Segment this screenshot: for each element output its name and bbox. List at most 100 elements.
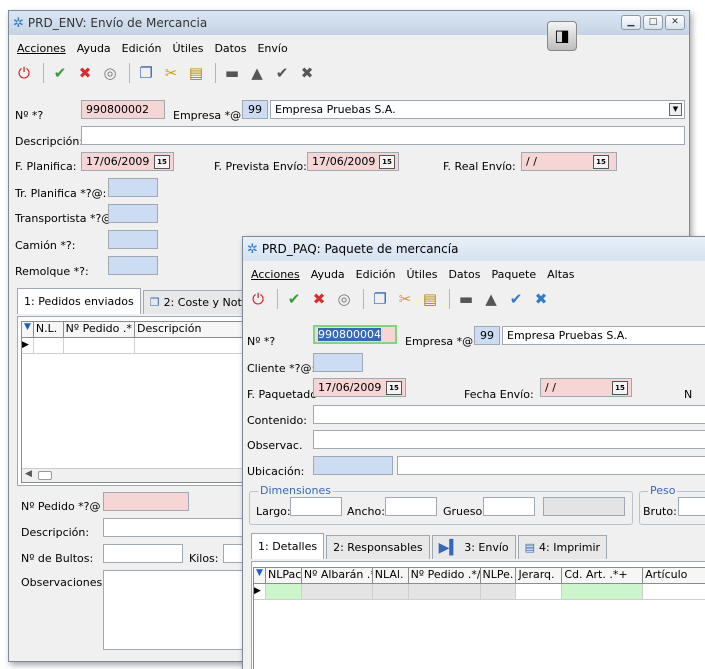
tab-detalles[interactable]: 1: Detalles xyxy=(251,533,325,559)
accept-icon[interactable]: ✔ xyxy=(49,62,71,84)
grueso-field[interactable] xyxy=(483,497,535,516)
check-icon[interactable]: ✔ xyxy=(271,62,293,84)
grid-cell[interactable] xyxy=(34,338,64,353)
grid-cell[interactable] xyxy=(408,584,481,599)
chevron-down-icon[interactable]: ▼ xyxy=(669,103,682,116)
grid-cell[interactable] xyxy=(64,338,136,353)
grid-cell[interactable] xyxy=(562,584,644,599)
tab-imprimir[interactable]: ▤ 4: Imprimir xyxy=(517,535,608,559)
scroll-thumb[interactable] xyxy=(38,471,52,480)
menu-envio[interactable]: Envío xyxy=(257,42,287,55)
bruto-field[interactable] xyxy=(678,497,705,516)
menu-datos[interactable]: Datos xyxy=(214,42,246,55)
col-cd-art[interactable]: Cd. Art. .*+ xyxy=(562,568,644,583)
num-field[interactable]: 990800004 xyxy=(313,325,397,344)
empresa-code-field[interactable]: 99 xyxy=(474,326,500,345)
calendar-icon[interactable]: 15 xyxy=(379,155,395,169)
menu-acciones[interactable]: Acciones xyxy=(17,42,66,55)
menu-altas[interactable]: Altas xyxy=(547,268,574,281)
col-nlpac[interactable]: NLPac xyxy=(266,568,302,583)
num-field[interactable]: 990800002 xyxy=(81,100,165,119)
calendar-icon[interactable]: 15 xyxy=(386,381,402,395)
grid-cell[interactable] xyxy=(135,338,248,353)
tab-coste-nota[interactable]: ❐ 2: Coste y Nota xyxy=(142,290,256,314)
cut-icon[interactable]: ✂ xyxy=(160,62,182,84)
camion-field[interactable] xyxy=(108,230,158,249)
ancho-field[interactable] xyxy=(385,497,437,516)
grid-cell[interactable] xyxy=(643,584,705,599)
minus-icon[interactable]: ▬ xyxy=(455,288,477,310)
paste-icon[interactable]: ▤ xyxy=(419,288,441,310)
cut-icon[interactable]: ✂ xyxy=(394,288,416,310)
calendar-icon[interactable]: 15 xyxy=(612,381,628,395)
grid-cell[interactable] xyxy=(516,584,563,599)
tab-pedidos-enviados[interactable]: 1: Pedidos enviados xyxy=(17,288,141,314)
col-albaran[interactable]: Nº Albarán .*/ xyxy=(302,568,373,583)
maximize-button[interactable]: □ xyxy=(643,15,663,30)
horizontal-scrollbar[interactable]: ◀ xyxy=(22,468,248,482)
col-pedido[interactable]: Nº Pedido .*/i xyxy=(409,568,481,583)
x-icon[interactable]: ✖ xyxy=(530,288,552,310)
envio-titlebar[interactable]: ✲ PRD_ENV: Envío de Mercancia ▁ □ ✕ xyxy=(9,11,689,35)
remolque-field[interactable] xyxy=(108,256,158,275)
lower-descripcion-field[interactable] xyxy=(103,518,253,537)
minus-icon[interactable]: ▬ xyxy=(221,62,243,84)
refresh-icon[interactable]: ◎ xyxy=(333,288,355,310)
x-icon[interactable]: ✖ xyxy=(296,62,318,84)
col-nl[interactable]: N.L. xyxy=(34,322,64,337)
menu-ayuda[interactable]: Ayuda xyxy=(311,268,345,281)
table-row[interactable]: ▶ xyxy=(22,338,248,354)
menu-edicion[interactable]: Edición xyxy=(122,42,162,55)
copy-icon[interactable]: ❐ xyxy=(369,288,391,310)
paste-icon[interactable]: ▤ xyxy=(185,62,207,84)
transportista-field[interactable] xyxy=(108,204,158,223)
sort-icon[interactable]: ▼ xyxy=(254,568,266,583)
menu-utiles[interactable]: Útiles xyxy=(172,42,203,55)
menu-datos[interactable]: Datos xyxy=(448,268,480,281)
pedido-field[interactable] xyxy=(103,492,189,511)
scroll-left-icon[interactable]: ◀ xyxy=(25,469,32,479)
grid-cell[interactable] xyxy=(301,584,373,599)
cliente-field[interactable] xyxy=(313,353,363,372)
ubicacion-name-field[interactable] xyxy=(397,456,705,475)
tab-responsables[interactable]: 2: Responsables xyxy=(326,535,430,559)
col-articulo[interactable]: Artículo xyxy=(643,568,705,583)
contenido-field[interactable] xyxy=(313,405,705,424)
close-button[interactable]: ✕ xyxy=(665,15,685,30)
descripcion-field[interactable] xyxy=(81,126,685,145)
ubicacion-code-field[interactable] xyxy=(313,456,393,475)
largo-field[interactable] xyxy=(290,497,342,516)
observac-field[interactable] xyxy=(313,430,705,449)
accept-icon[interactable]: ✔ xyxy=(283,288,305,310)
grid-cell[interactable] xyxy=(480,584,517,599)
empresa-name-field[interactable]: Empresa Pruebas S.A. xyxy=(502,326,705,345)
power-icon[interactable]: ⏻ xyxy=(247,288,269,310)
grid-cell[interactable] xyxy=(265,584,302,599)
detalles-grid[interactable]: ▼ NLPac Nº Albarán .*/ NLAl. Nº Pedido .… xyxy=(253,567,705,669)
cancel-icon[interactable]: ✖ xyxy=(74,62,96,84)
grid-cell[interactable] xyxy=(372,584,409,599)
col-nlal[interactable]: NLAl. xyxy=(373,568,409,583)
table-row[interactable]: ▶ xyxy=(254,584,705,600)
up-icon[interactable]: ▲ xyxy=(246,62,268,84)
bultos-field[interactable] xyxy=(103,544,183,563)
menu-acciones[interactable]: Acciones xyxy=(251,268,300,281)
check-icon[interactable]: ✔ xyxy=(505,288,527,310)
paquete-titlebar[interactable]: ✲ PRD_PAQ: Paquete de mercancía xyxy=(243,237,705,261)
empresa-name-select[interactable]: Empresa Pruebas S.A. xyxy=(270,100,685,119)
empresa-code-field[interactable]: 99 xyxy=(242,100,268,119)
col-pedido[interactable]: Nº Pedido .* xyxy=(64,322,136,337)
tab-envio[interactable]: ▶▍ 3: Envío xyxy=(431,535,516,559)
cancel-icon[interactable]: ✖ xyxy=(308,288,330,310)
col-jerarq[interactable]: Jerarq. xyxy=(516,568,563,583)
up-icon[interactable]: ▲ xyxy=(480,288,502,310)
minimize-button[interactable]: ▁ xyxy=(621,15,641,30)
col-descripcion[interactable]: Descripción xyxy=(135,322,248,337)
menu-paquete[interactable]: Paquete xyxy=(491,268,536,281)
menu-edicion[interactable]: Edición xyxy=(356,268,396,281)
power-icon[interactable]: ⏻ xyxy=(13,62,35,84)
menu-ayuda[interactable]: Ayuda xyxy=(77,42,111,55)
sort-icon[interactable]: ▼ xyxy=(22,322,34,337)
menu-utiles[interactable]: Útiles xyxy=(406,268,437,281)
pedidos-grid[interactable]: ▼ N.L. Nº Pedido .* Descripción ▶ ◀ xyxy=(21,321,249,483)
